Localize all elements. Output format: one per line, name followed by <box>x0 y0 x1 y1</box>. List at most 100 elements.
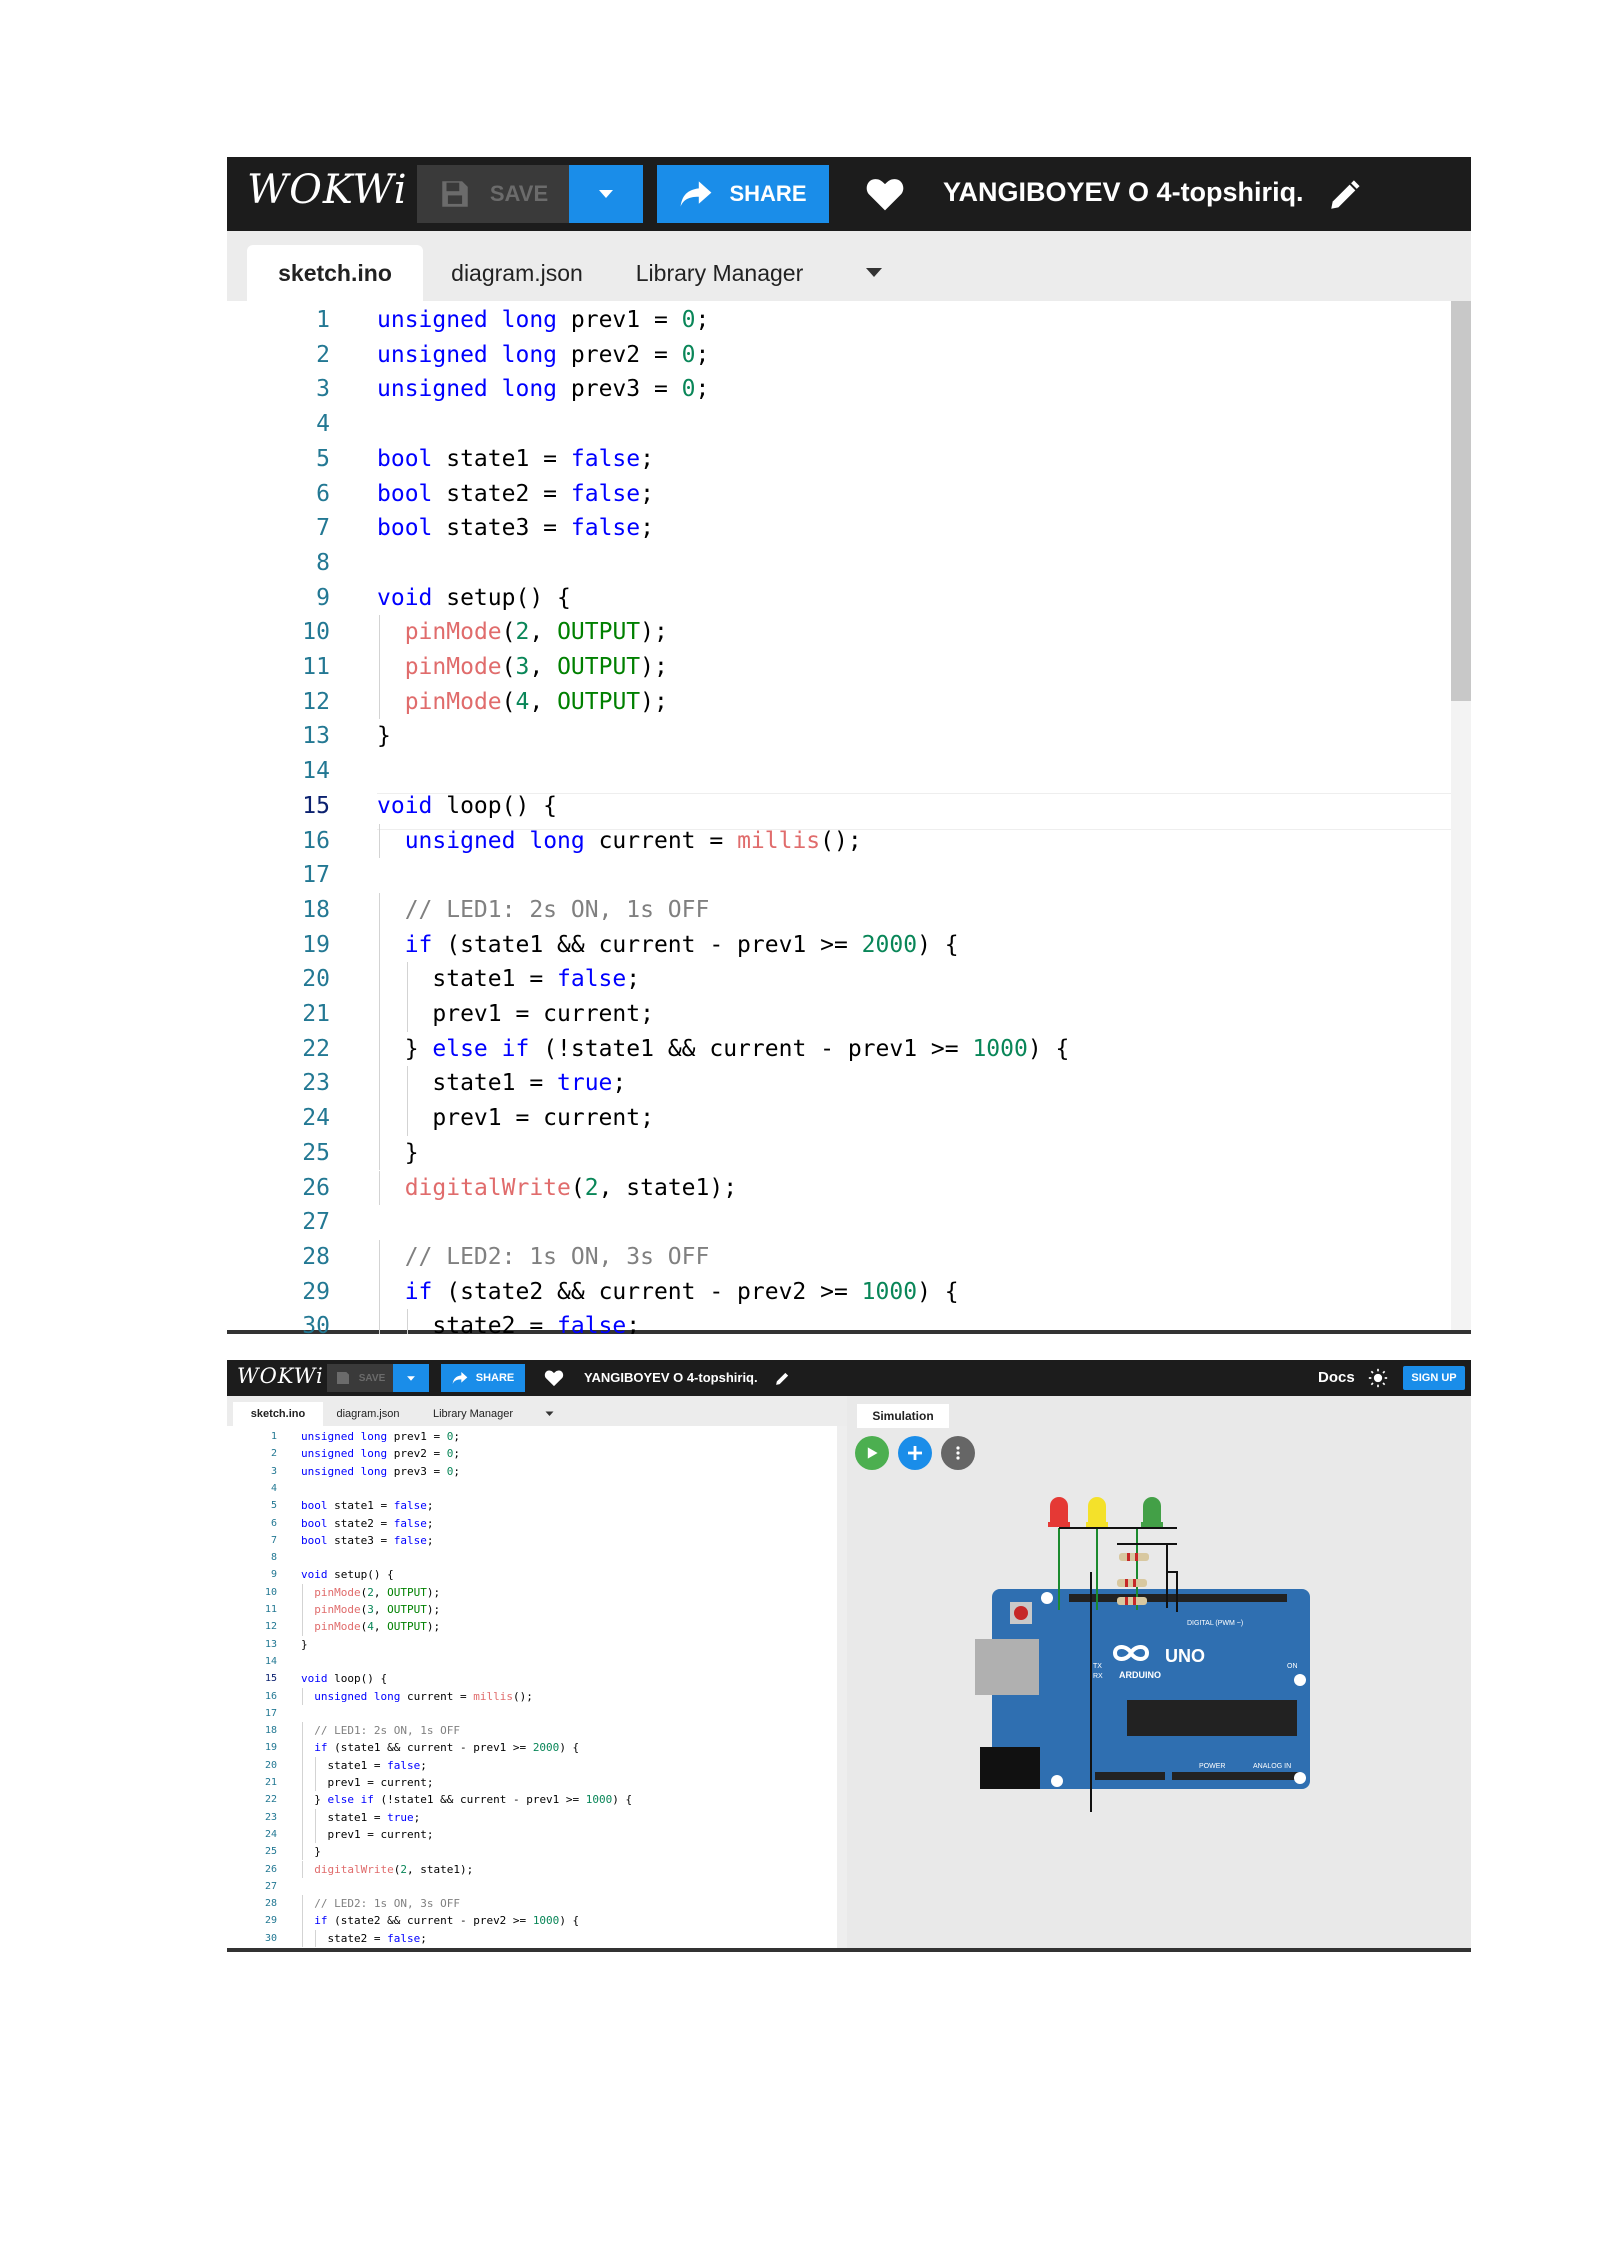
heart-icon[interactable] <box>544 1369 564 1387</box>
code-line[interactable]: 27 <box>227 1878 837 1895</box>
code-line[interactable]: 24 prev1 = current; <box>227 1101 1471 1136</box>
share-button[interactable]: SHARE <box>657 165 829 223</box>
code-line[interactable]: 3 unsigned long prev3 = 0; <box>227 372 1471 407</box>
code-line[interactable]: 2 unsigned long prev2 = 0; <box>227 338 1471 373</box>
arduino-uno-board[interactable]: UNO ARDUINO DIGITAL (PWM ~) POWER ANALOG… <box>975 1589 1310 1789</box>
code-line[interactable]: 11 pinMode(3, OUTPUT); <box>227 1601 837 1618</box>
code-line[interactable]: 17 <box>227 1705 837 1722</box>
code-line[interactable]: 10 pinMode(2, OUTPUT); <box>227 615 1471 650</box>
theme-sun-icon[interactable] <box>1368 1368 1388 1388</box>
code-line[interactable]: 8 <box>227 1549 837 1566</box>
code-line[interactable]: 13} <box>227 719 1471 754</box>
tab-library-manager[interactable]: Library Manager <box>627 245 812 301</box>
code-line[interactable]: 18 // LED1: 2s ON, 1s OFF <box>227 893 1471 928</box>
code-line[interactable]: 19 if (state1 && current - prev1 >= 2000… <box>227 1739 837 1756</box>
save-button[interactable]: SAVE <box>417 165 569 223</box>
tabs-menu-caret-icon[interactable] <box>865 267 883 279</box>
code-line[interactable]: 30 state2 = false; <box>227 1930 837 1947</box>
code-line[interactable]: 20 state1 = false; <box>227 962 1471 997</box>
wokwi-logo-small[interactable]: WOKWi <box>237 1364 324 1388</box>
code-line[interactable]: 4 <box>227 1480 837 1497</box>
code-line[interactable]: 25 } <box>227 1136 1471 1171</box>
tab-sketch-ino[interactable]: sketch.ino <box>247 245 423 301</box>
tab-library-manager-small[interactable]: Library Manager <box>423 1402 523 1426</box>
tabs-menu-caret-icon[interactable] <box>545 1411 554 1417</box>
code-editor[interactable]: 1 unsigned long prev1 = 0; 2 unsigned long … <box>227 301 1471 1334</box>
wokwi-logo[interactable]: WOKWi <box>247 167 408 213</box>
code-line[interactable]: 10 pinMode(2, OUTPUT); <box>227 1584 837 1601</box>
code-line[interactable]: 14 <box>227 1653 837 1670</box>
code-line[interactable]: 3 unsigned long prev3 = 0; <box>227 1463 837 1480</box>
code-line[interactable]: 23 state1 = true; <box>227 1066 1471 1101</box>
save-button-small[interactable]: SAVE <box>327 1364 393 1392</box>
circuit-canvas[interactable]: UNO ARDUINO DIGITAL (PWM ~) POWER ANALOG… <box>847 1432 1471 1952</box>
save-options-dropdown[interactable] <box>569 165 643 223</box>
code-line[interactable]: 1 unsigned long prev1 = 0; <box>227 303 1471 338</box>
code-line[interactable]: 5 bool state1 = false; <box>227 442 1471 477</box>
code-line[interactable]: 17 <box>227 858 1471 893</box>
code-line[interactable]: 28 // LED2: 1s ON, 3s OFF <box>227 1895 837 1912</box>
tab-sketch-ino-small[interactable]: sketch.ino <box>233 1402 323 1426</box>
led[interactable] <box>1048 1497 1070 1527</box>
code-line[interactable]: 13} <box>227 1636 837 1653</box>
code-line[interactable]: 12 pinMode(4, OUTPUT); <box>227 1618 837 1635</box>
code-line[interactable]: 6 bool state2 = false; <box>227 477 1471 512</box>
sign-up-button[interactable]: SIGN UP <box>1403 1366 1465 1390</box>
code-line[interactable]: 26 digitalWrite(2, state1); <box>227 1171 1471 1206</box>
led[interactable] <box>1086 1497 1108 1527</box>
tab-diagram-json[interactable]: diagram.json <box>437 245 597 301</box>
code-line[interactable]: 15 void loop() { <box>227 789 1471 824</box>
code-line[interactable]: 30 state2 = false; <box>227 1309 1471 1334</box>
code-line[interactable]: 18 // LED1: 2s ON, 1s OFF <box>227 1722 837 1739</box>
code-line[interactable]: 27 <box>227 1205 1471 1240</box>
code-editor-small[interactable]: 1 unsigned long prev1 = 0; 2 unsigned long … <box>227 1426 847 1952</box>
code-line[interactable]: 9 void setup() { <box>227 581 1471 616</box>
code-line[interactable]: 19 if (state1 && current - prev1 >= 2000… <box>227 928 1471 963</box>
code-line[interactable]: 21 prev1 = current; <box>227 997 1471 1032</box>
code-text: state1 = false; <box>377 966 641 993</box>
indent-guide <box>302 1687 303 1705</box>
code-line[interactable]: 11 pinMode(3, OUTPUT); <box>227 650 1471 685</box>
code-line[interactable]: 22 } else if (!state1 && current - prev1… <box>227 1032 1471 1067</box>
code-line[interactable]: 12 pinMode(4, OUTPUT); <box>227 685 1471 720</box>
code-line[interactable]: 29 if (state2 && current - prev2 >= 1000… <box>227 1275 1471 1310</box>
code-line[interactable]: 26 digitalWrite(2, state1); <box>227 1861 837 1878</box>
code-text: void loop() { <box>301 1672 388 1686</box>
tab-diagram-json-small[interactable]: diagram.json <box>327 1402 409 1426</box>
code-line[interactable]: 6 bool state2 = false; <box>227 1515 837 1532</box>
line-number: 4 <box>270 1482 277 1494</box>
code-line[interactable]: 16 unsigned long current = millis(); <box>227 824 1471 859</box>
code-line[interactable]: 7 bool state3 = false; <box>227 511 1471 546</box>
code-line[interactable]: 2 unsigned long prev2 = 0; <box>227 1445 837 1462</box>
share-button-small[interactable]: SHARE <box>441 1364 525 1392</box>
save-options-dropdown-small[interactable] <box>393 1364 429 1392</box>
led[interactable] <box>1141 1497 1163 1527</box>
code-line[interactable]: 8 <box>227 546 1471 581</box>
code-line[interactable]: 21 prev1 = current; <box>227 1774 837 1791</box>
code-line[interactable]: 14 <box>227 754 1471 789</box>
tab-simulation[interactable]: Simulation <box>857 1404 949 1428</box>
edit-pencil-icon[interactable] <box>1327 179 1361 213</box>
code-line[interactable]: 16 unsigned long current = millis(); <box>227 1688 837 1705</box>
code-line[interactable]: 29 if (state2 && current - prev2 >= 1000… <box>227 1912 837 1929</box>
code-line[interactable]: 15 void loop() { <box>227 1670 837 1687</box>
edit-pencil-icon[interactable] <box>774 1370 791 1387</box>
line-number: 25 <box>302 1139 330 1166</box>
code-line[interactable]: 9 void setup() { <box>227 1566 837 1583</box>
code-line[interactable]: 23 state1 = true; <box>227 1809 837 1826</box>
docs-link[interactable]: Docs <box>1318 1369 1355 1386</box>
code-line[interactable]: 7 bool state3 = false; <box>227 1532 837 1549</box>
board-model: UNO <box>1165 1646 1205 1666</box>
code-line[interactable]: 20 state1 = false; <box>227 1757 837 1774</box>
leds[interactable] <box>1048 1497 1163 1527</box>
code-line[interactable]: 28 // LED2: 1s ON, 3s OFF <box>227 1240 1471 1275</box>
analog-header <box>1172 1772 1300 1780</box>
line-number: 9 <box>270 1569 277 1581</box>
code-line[interactable]: 25 } <box>227 1843 837 1860</box>
code-line[interactable]: 5 bool state1 = false; <box>227 1497 837 1514</box>
code-line[interactable]: 24 prev1 = current; <box>227 1826 837 1843</box>
heart-icon[interactable] <box>865 176 905 212</box>
code-line[interactable]: 4 <box>227 407 1471 442</box>
code-line[interactable]: 22 } else if (!state1 && current - prev1… <box>227 1791 837 1808</box>
code-line[interactable]: 1 unsigned long prev1 = 0; <box>227 1428 837 1445</box>
